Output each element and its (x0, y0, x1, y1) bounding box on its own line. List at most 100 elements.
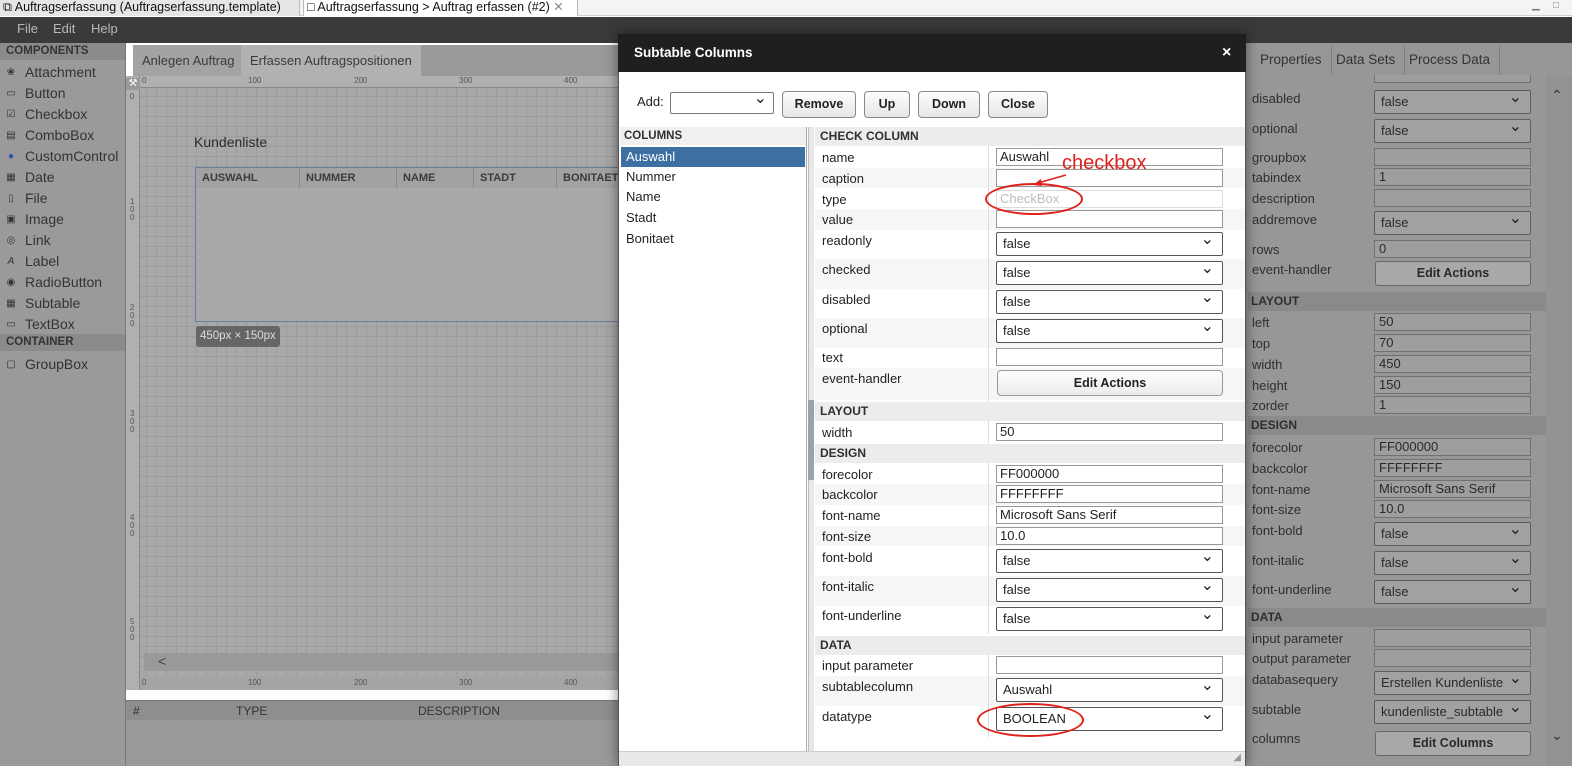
menu-file[interactable]: File (17, 21, 38, 36)
column-item-nummer[interactable]: Nummer (621, 167, 805, 187)
palette-groupbox[interactable]: ▢ GroupBox (0, 354, 125, 375)
menu-edit[interactable]: Edit (53, 21, 75, 36)
font-bold-select[interactable]: false (996, 546, 1223, 573)
annotation-ring-datatype (977, 703, 1084, 737)
edit-actions-button[interactable]: Edit Actions (997, 370, 1223, 396)
subtablecolumn-select[interactable]: Auswahl (996, 675, 1223, 702)
down-button[interactable]: Down (918, 91, 980, 118)
maximize-icon[interactable]: □ (1553, 0, 1559, 11)
globe-icon: ◎ (6, 235, 16, 246)
palette-attachment[interactable]: ❀ Attachment (0, 62, 125, 83)
prop-tabindex-input[interactable]: 1 (1374, 168, 1531, 186)
prop-left-input[interactable]: 50 (1374, 313, 1531, 331)
tab-process-data[interactable]: Process Data (1400, 45, 1501, 75)
prop-optional-select[interactable]: false (1374, 116, 1531, 143)
font-name-input[interactable]: Microsoft Sans Serif (996, 506, 1223, 524)
resize-grip-icon[interactable]: ◢ (1233, 752, 1241, 763)
palette-radiobutton[interactable]: ◉ RadioButton (0, 272, 125, 293)
prop-subtable-select[interactable]: kundenliste_subtable (1374, 697, 1531, 724)
prop-label-backcolor: backcolor (1252, 461, 1308, 476)
minimize-icon[interactable]: ▁ (1532, 0, 1540, 11)
groupbox-icon: ▢ (6, 359, 16, 370)
editor-tab-auftrag[interactable]: □ Auftragserfassung > Auftrag erfassen (… (303, 0, 578, 16)
column-divider (988, 421, 989, 443)
canvas-subtable[interactable]: AUSWAHL NUMMER NAME STADT BONITAET (195, 167, 622, 322)
label-text: text (822, 350, 843, 365)
palette-subtable[interactable]: ▦ Subtable (0, 293, 125, 314)
prop-description-input[interactable] (1374, 189, 1531, 207)
canvas-hscrollbar[interactable]: < (144, 653, 618, 671)
prop-top-input[interactable]: 70 (1374, 334, 1531, 352)
column-item-name[interactable]: Name (621, 187, 805, 207)
tab-anlegen-auftrag[interactable]: Anlegen Auftrag (133, 45, 244, 76)
prop-output-parameter-input[interactable] (1374, 649, 1531, 667)
prop-edit-columns-button[interactable]: Edit Columns (1375, 731, 1531, 756)
checked-select[interactable]: false (996, 258, 1223, 285)
input-parameter-input[interactable] (996, 656, 1223, 674)
scroll-down-icon[interactable]: ⌄ (1551, 727, 1563, 744)
palette-button[interactable]: ▭ Button (0, 83, 125, 104)
prop-databasequery-select[interactable]: Erstellen Kundenliste (1374, 668, 1531, 695)
prop-backcolor-input[interactable]: FFFFFFFF (1374, 459, 1531, 477)
editor-tab-template[interactable]: ⧉ Auftragserfassung (Auftragserfassung.t… (0, 0, 300, 16)
prop-edit-actions-button[interactable]: Edit Actions (1375, 261, 1531, 286)
prop-zorder-input[interactable]: 1 (1374, 396, 1531, 414)
prop-font-name-input[interactable]: Microsoft Sans Serif (1374, 480, 1531, 498)
text-input[interactable] (996, 348, 1223, 366)
prop-label-font-name: font-name (1252, 482, 1311, 497)
tab-data-sets[interactable]: Data Sets (1327, 45, 1406, 75)
splitter-handle[interactable] (808, 400, 814, 480)
prop-font-bold-select[interactable]: false (1374, 519, 1531, 546)
prop-input-parameter-input[interactable] (1374, 629, 1531, 647)
label-caption: caption (822, 171, 864, 186)
prop-forecolor-input[interactable]: FF000000 (1374, 438, 1531, 456)
prop-font-italic-select[interactable]: false (1374, 548, 1531, 575)
prop-label-databasequery: databasequery (1252, 672, 1339, 687)
dialog-close-icon[interactable]: × (1222, 44, 1231, 62)
backcolor-input[interactable]: FFFFFFFF (996, 485, 1223, 503)
forecolor-input[interactable]: FF000000 (996, 465, 1223, 483)
disabled-select[interactable]: false (996, 287, 1223, 314)
tab-erfassen-auftragspositionen[interactable]: Erfassen Auftragspositionen (241, 45, 421, 76)
remove-button[interactable]: Remove (782, 91, 856, 118)
prop-rows-input[interactable]: 0 (1374, 240, 1531, 258)
component-palette: COMPONENTS ❀ Attachment ▭ Button ☑ Checkbox… (0, 43, 126, 766)
tab-properties[interactable]: Properties (1251, 45, 1332, 75)
palette-textbox[interactable]: ▭ TextBox (0, 314, 125, 335)
column-item-bonitaet[interactable]: Bonitaet (621, 229, 805, 249)
scroll-up-icon[interactable]: ⌃ (1551, 87, 1563, 104)
prop-disabled-select[interactable]: false (1374, 87, 1531, 114)
prop-font-underline-select[interactable]: false (1374, 577, 1531, 604)
prop-height-input[interactable]: 150 (1374, 376, 1531, 394)
close-button[interactable]: Close (988, 91, 1048, 118)
width-input[interactable]: 50 (996, 423, 1223, 441)
palette-label[interactable]: A Label (0, 251, 125, 272)
readonly-select[interactable]: false (996, 229, 1223, 256)
add-column-select[interactable] (670, 88, 774, 114)
prop-label-font-size: font-size (1252, 502, 1302, 517)
menu-help[interactable]: Help (91, 21, 118, 36)
properties-scrollbar[interactable]: ⌃ ⌄ (1546, 75, 1572, 766)
optional-select[interactable]: false (996, 316, 1223, 343)
palette-link[interactable]: ◎ Link (0, 230, 125, 251)
palette-file[interactable]: ▯ File (0, 188, 125, 209)
font-underline-select[interactable]: false (996, 604, 1223, 631)
palette-customcontrol[interactable]: ● CustomControl (0, 146, 125, 167)
palette-checkbox[interactable]: ☑ Checkbox (0, 104, 125, 125)
prop-groupbox-input[interactable] (1374, 148, 1531, 166)
scroll-left-icon[interactable]: < (158, 653, 166, 669)
palette-date[interactable]: ▦ Date (0, 167, 125, 188)
font-size-input[interactable]: 10.0 (996, 527, 1223, 545)
prop-addremove-select[interactable]: false (1374, 208, 1531, 235)
prop-label-forecolor: forecolor (1252, 440, 1303, 455)
label-readonly: readonly (822, 233, 872, 248)
tab-close-icon[interactable]: ✕ (553, 0, 563, 14)
palette-combobox[interactable]: ▤ ComboBox (0, 125, 125, 146)
column-item-auswahl[interactable]: Auswahl (621, 147, 805, 167)
font-italic-select[interactable]: false (996, 575, 1223, 602)
column-item-stadt[interactable]: Stadt (621, 208, 805, 228)
prop-font-size-input[interactable]: 10.0 (1374, 500, 1531, 518)
palette-image[interactable]: ▣ Image (0, 209, 125, 230)
up-button[interactable]: Up (864, 91, 910, 118)
prop-width-input[interactable]: 450 (1374, 355, 1531, 373)
